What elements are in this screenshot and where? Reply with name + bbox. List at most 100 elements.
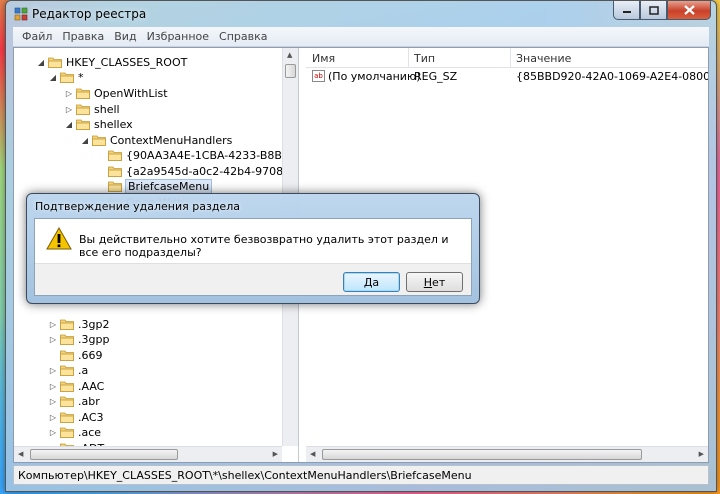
no-label-underlined: Н — [423, 275, 433, 289]
column-separator[interactable] — [510, 48, 511, 68]
tree-node[interactable]: ▷ .ace — [48, 424, 101, 440]
column-type[interactable]: Тип — [414, 52, 435, 65]
value-type: REG_SZ — [414, 70, 458, 83]
tree-vscroll-thumb[interactable] — [285, 64, 296, 78]
minimize-button[interactable] — [613, 1, 640, 20]
list-hscroll-thumb[interactable] — [322, 449, 642, 460]
tree-node-label: OpenWithList — [94, 86, 168, 100]
tree-node-label: {90AA3A4E-1CBA-4233-B8BB-535 — [126, 148, 299, 162]
tree-node-label: .a — [78, 363, 89, 377]
close-button[interactable] — [667, 1, 711, 20]
tree-node-label: .AAC — [78, 379, 105, 393]
column-name[interactable]: Имя — [312, 52, 335, 65]
scroll-left-icon[interactable]: ◀ — [18, 450, 23, 458]
folder-icon — [60, 412, 74, 423]
warning-icon — [46, 227, 72, 250]
delete-key-confirmation-dialog: Подтверждение удаления раздела Вы действ… — [26, 193, 480, 304]
collapse-arrow-icon[interactable]: ◢ — [80, 136, 90, 145]
folder-icon — [108, 150, 122, 161]
maximize-button[interactable] — [640, 1, 667, 20]
dialog-title: Подтверждение удаления раздела — [35, 200, 240, 213]
tree-node-label: HKEY_CLASSES_ROOT — [66, 55, 188, 69]
folder-icon — [60, 72, 74, 83]
folder-icon — [60, 396, 74, 407]
tree-node-label: shell — [94, 102, 120, 116]
expand-arrow-icon[interactable]: ▷ — [64, 105, 74, 114]
tree-node[interactable]: ▷ shell — [64, 101, 120, 117]
tree-node-label: shellex — [94, 117, 133, 131]
list-header: Имя Тип Значение — [306, 48, 708, 68]
yes-label-underlined: Д — [363, 275, 373, 289]
tree-hscroll-thumb[interactable] — [30, 449, 178, 460]
expand-arrow-icon[interactable]: ▷ — [48, 320, 58, 329]
close-icon — [683, 5, 695, 15]
tree-node[interactable]: ◢ ContextMenuHandlers — [80, 132, 232, 148]
tree-node[interactable]: ◢ shellex — [64, 116, 133, 132]
tree-node[interactable]: ▷ .abr — [48, 393, 100, 409]
folder-icon — [108, 181, 122, 192]
window-title: Редактор реестра — [32, 7, 147, 21]
tree-node-label: * — [78, 70, 84, 84]
column-value[interactable]: Значение — [516, 52, 571, 65]
dialog-body: Вы действительно хотите безвозвратно уда… — [34, 218, 472, 296]
tree-node[interactable]: ▷ .AAC — [48, 378, 104, 394]
scroll-left-icon[interactable]: ◀ — [310, 450, 315, 458]
tree-node[interactable]: ▷ .AC3 — [48, 409, 104, 425]
tree-node-label: .abr — [78, 394, 100, 408]
no-button[interactable]: Нет — [406, 272, 463, 292]
menu-file[interactable]: Файл — [17, 30, 57, 43]
tree-node[interactable]: {a2a9545d-a0c2-42b4-9708-a0b2l — [96, 163, 298, 179]
folder-icon — [60, 319, 74, 330]
menu-bar: Файл Правка Вид Избранное Справка — [13, 27, 709, 47]
dialog-message: Вы действительно хотите безвозвратно уда… — [79, 233, 449, 259]
list-item[interactable]: ab (По умолчанию) REG_SZ {85BBD920-42A0-… — [306, 68, 708, 86]
scroll-right-icon[interactable]: ▶ — [699, 450, 704, 458]
folder-icon — [60, 381, 74, 392]
maximize-icon — [648, 5, 659, 15]
collapse-arrow-icon[interactable]: ◢ — [36, 58, 46, 67]
tree-node-label: .ace — [78, 425, 102, 439]
tree-node[interactable]: .669 — [48, 347, 103, 363]
folder-icon — [76, 104, 90, 115]
tree-node[interactable]: ▷ .3gp2 — [48, 316, 110, 332]
expand-arrow-icon[interactable]: ▷ — [48, 335, 58, 344]
menu-favorites[interactable]: Избранное — [142, 30, 214, 43]
tree-node[interactable]: ▷ .a — [48, 362, 88, 378]
registry-editor-icon — [14, 7, 28, 21]
yes-button[interactable]: Да — [343, 272, 400, 292]
expand-arrow-icon[interactable]: ▷ — [48, 366, 58, 375]
expand-arrow-icon[interactable]: ▷ — [48, 397, 58, 406]
scroll-right-icon[interactable]: ▶ — [273, 450, 278, 458]
list-horizontal-scrollbar[interactable]: ◀ ▶ — [306, 446, 708, 462]
tree-node[interactable]: ▷ .3gpp — [48, 331, 110, 347]
expand-arrow-icon[interactable]: ▷ — [48, 428, 58, 437]
tree-node[interactable]: ◢ * — [48, 69, 84, 85]
menu-help[interactable]: Справка — [214, 30, 272, 43]
menu-edit[interactable]: Правка — [57, 30, 109, 43]
yes-label-rest: а — [372, 275, 380, 289]
folder-icon — [48, 57, 62, 68]
tree-node-label: BriefcaseMenu — [124, 178, 213, 194]
tree-node[interactable]: BriefcaseMenu — [96, 178, 213, 194]
tree-node[interactable]: ▷ OpenWithList — [64, 85, 168, 101]
expand-arrow-icon[interactable]: ▷ — [48, 382, 58, 391]
folder-icon — [76, 119, 90, 130]
tree-node-label: .AC3 — [78, 410, 104, 424]
expand-arrow-icon[interactable]: ▷ — [48, 413, 58, 422]
value-data: {85BBD920-42A0-1069-A2E4-08002B30309D — [516, 70, 708, 83]
menu-view[interactable]: Вид — [109, 30, 141, 43]
tree-node-label: .669 — [78, 348, 103, 362]
tree-horizontal-scrollbar[interactable]: ◀ ▶ — [14, 446, 282, 462]
collapse-arrow-icon[interactable]: ◢ — [48, 73, 58, 82]
expand-arrow-icon[interactable]: ▷ — [64, 89, 74, 98]
title-bar[interactable]: Редактор реестра — [6, 1, 716, 27]
tree-node[interactable]: {90AA3A4E-1CBA-4233-B8BB-535 — [96, 147, 299, 163]
current-key-path: Компьютер\HKEY_CLASSES_ROOT\*\shellex\Co… — [18, 468, 472, 482]
value-name: (По умолчанию) — [328, 70, 421, 83]
scroll-up-icon[interactable]: ▲ — [287, 51, 292, 59]
dialog-button-bar: Да Нет — [35, 263, 471, 295]
column-separator[interactable] — [408, 48, 409, 68]
collapse-arrow-icon[interactable]: ◢ — [64, 120, 74, 129]
tree-node[interactable]: ◢ HKEY_CLASSES_ROOT — [36, 54, 187, 70]
dialog-message-area: Вы действительно хотите безвозвратно уда… — [35, 219, 471, 263]
